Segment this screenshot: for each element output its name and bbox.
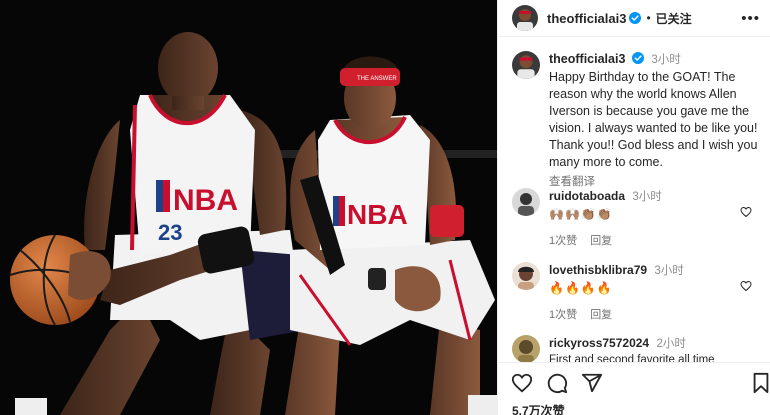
comment-username[interactable]: lovethisbklibra79 xyxy=(549,263,647,277)
post-photo: NBA 23 NBA THE ANSWER xyxy=(0,0,497,415)
caption-body: theofficialai3 3小时 Happy Birthday to the… xyxy=(549,51,760,189)
svg-text:23: 23 xyxy=(158,220,182,245)
post-caption: theofficialai3 3小时 Happy Birthday to the… xyxy=(498,37,770,189)
verified-badge-icon xyxy=(629,12,642,24)
post-action-bar: 5.7万次赞 xyxy=(498,362,770,415)
heart-icon[interactable] xyxy=(511,372,533,394)
comment-like-heart-icon[interactable] xyxy=(740,280,752,292)
author-avatar[interactable] xyxy=(512,5,538,31)
caption-time: 3小时 xyxy=(651,54,681,66)
headband-text: THE ANSWER xyxy=(357,76,397,82)
caption-username[interactable]: theofficialai3 xyxy=(549,52,625,66)
jersey-right-text: NBA xyxy=(347,199,408,230)
post-sidebar: theofficialai3 • 已关注 ••• theofficialai3 xyxy=(497,0,770,415)
jersey-left-text: NBA xyxy=(173,184,238,217)
reply-button[interactable]: 回复 xyxy=(590,235,612,247)
commenter-avatar[interactable] xyxy=(512,188,540,216)
comment-likes[interactable]: 1次赞 xyxy=(549,309,577,321)
comment-time: 3小时 xyxy=(632,191,662,203)
caption-header: theofficialai3 3小时 xyxy=(549,51,760,67)
wristband xyxy=(430,205,464,237)
caption-avatar[interactable] xyxy=(512,51,540,79)
separator-dot: • xyxy=(646,11,651,25)
following-button[interactable]: 已关注 xyxy=(656,10,692,27)
reply-button[interactable]: 回复 xyxy=(590,309,612,321)
comment-body: lovethisbklibra79 3小时 🔥🔥🔥🔥 1次赞 回复 xyxy=(549,262,762,322)
comment-text: 🙌🏽🙌🏽👏🏽👏🏽 xyxy=(549,207,613,221)
comment-like-heart-icon[interactable] xyxy=(740,206,752,218)
verified-badge-icon xyxy=(631,52,644,64)
caption-text: Happy Birthday to the GOAT! The reason w… xyxy=(549,70,758,169)
comment-time: 2小时 xyxy=(656,338,686,350)
comment-username[interactable]: ruidotaboada xyxy=(549,189,625,203)
likes-count[interactable]: 5.7万次赞 xyxy=(512,402,565,415)
commenter-avatar[interactable] xyxy=(512,335,540,363)
comment-item: lovethisbklibra79 3小时 🔥🔥🔥🔥 1次赞 回复 xyxy=(512,262,762,322)
comment-username[interactable]: rickyross7572024 xyxy=(549,336,649,350)
comment-text: 🔥🔥🔥🔥 xyxy=(549,281,613,295)
author-username[interactable]: theofficialai3 xyxy=(547,11,626,26)
see-translation-link[interactable]: 查看翻译 xyxy=(549,173,760,189)
comment-likes[interactable]: 1次赞 xyxy=(549,235,577,247)
more-options-icon[interactable]: ••• xyxy=(741,11,760,26)
comment-icon[interactable] xyxy=(546,372,568,394)
share-icon[interactable] xyxy=(581,372,603,394)
comment-time: 3小时 xyxy=(654,265,684,277)
bookmark-icon[interactable] xyxy=(750,372,770,394)
comment-item: ruidotaboada 3小时 🙌🏽🙌🏽👏🏽👏🏽 1次赞 回复 xyxy=(512,188,762,248)
commenter-avatar[interactable] xyxy=(512,262,540,290)
comment-body: ruidotaboada 3小时 🙌🏽🙌🏽👏🏽👏🏽 1次赞 回复 xyxy=(549,188,762,248)
post-header: theofficialai3 • 已关注 ••• xyxy=(498,0,770,37)
post-image[interactable]: NBA 23 NBA THE ANSWER xyxy=(0,0,497,415)
